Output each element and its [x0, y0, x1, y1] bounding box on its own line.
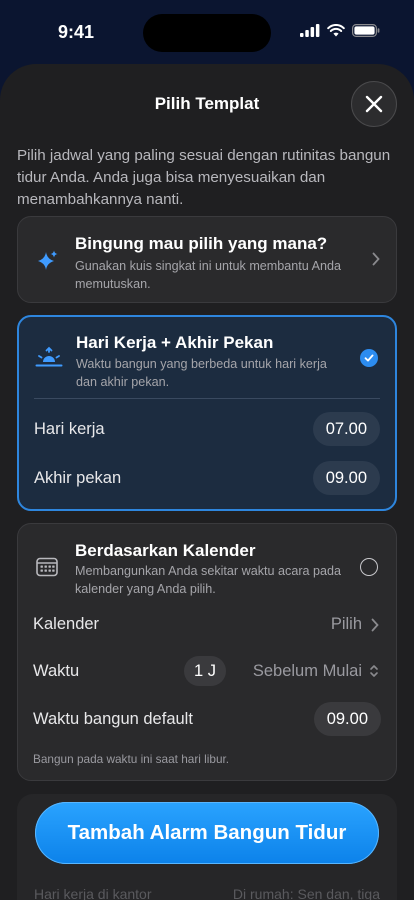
- quiz-card-description: Gunakan kuis singkat ini untuk membantu …: [75, 259, 342, 291]
- weekday-card-title: Hari Kerja + Akhir Pekan: [76, 333, 274, 352]
- default-wake-time-pill[interactable]: 09.00: [313, 702, 381, 736]
- status-bar: 9:41: [0, 0, 414, 64]
- chevron-right-icon: [372, 252, 380, 266]
- template-sheet: Pilih Templat Pilih jadwal yang paling s…: [0, 64, 414, 900]
- cellular-signal-icon: [300, 24, 320, 37]
- add-wake-alarm-button[interactable]: Tambah Alarm Bangun Tidur: [35, 802, 379, 864]
- calendar-card-title: Berdasarkan Kalender: [75, 541, 256, 560]
- sheet-intro: Pilih jadwal yang paling sesuai dengan r…: [17, 147, 391, 208]
- dynamic-island: [143, 14, 271, 52]
- calendar-radio[interactable]: [360, 558, 378, 576]
- weekend-time-pill[interactable]: 09.00: [312, 461, 380, 495]
- selected-check[interactable]: [360, 349, 378, 367]
- card-divider: [34, 398, 380, 399]
- status-time: 9:41: [58, 22, 95, 42]
- weekday-weekend-card[interactable]: Hari Kerja + Akhir Pekan Waktu bangun ya…: [17, 315, 397, 511]
- battery-icon: [352, 24, 380, 37]
- weekday-label: Hari kerja: [34, 420, 105, 438]
- weekday-time-pill[interactable]: 07.00: [312, 412, 380, 446]
- checkmark-circle-icon: [364, 354, 374, 362]
- status-icons: [300, 24, 380, 37]
- close-button[interactable]: [351, 81, 397, 127]
- close-icon: [365, 95, 383, 113]
- calendar-card[interactable]: Berdasarkan Kalender Membangunkan Anda s…: [17, 523, 397, 781]
- wifi-icon: [327, 24, 345, 37]
- quiz-card[interactable]: Bingung mau pilih yang mana? Gunakan kui…: [17, 216, 397, 303]
- chevron-updown-icon: [370, 665, 378, 677]
- time-relation-select[interactable]: Sebelum Mulai: [253, 662, 362, 681]
- calendar-footnote: Bangun pada waktu ini saat hari libur.: [33, 752, 230, 766]
- behind-cta-right: Di rumah: Sen dan, tiga: [232, 886, 380, 900]
- time-label: Waktu: [33, 662, 80, 680]
- quiz-card-title: Bingung mau pilih yang mana?: [75, 234, 328, 253]
- calendar-card-description: Membangunkan Anda sekitar waktu acara pa…: [75, 564, 342, 596]
- calendar-icon: [36, 557, 58, 577]
- sunrise-icon: [35, 346, 63, 367]
- time-amount-pill[interactable]: 1 J: [184, 656, 226, 686]
- default-wake-label: Waktu bangun default: [33, 710, 193, 728]
- sparkles-icon: [38, 250, 58, 270]
- calendar-label: Kalender: [33, 615, 100, 633]
- weekday-card-description: Waktu bangun yang berbeda untuk hari ker…: [76, 357, 327, 389]
- behind-cta-left: Hari kerja di kantor: [34, 886, 152, 900]
- weekend-label: Akhir pekan: [34, 469, 122, 487]
- chevron-right-icon: [371, 618, 379, 632]
- calendar-picker[interactable]: Pilih: [331, 615, 362, 634]
